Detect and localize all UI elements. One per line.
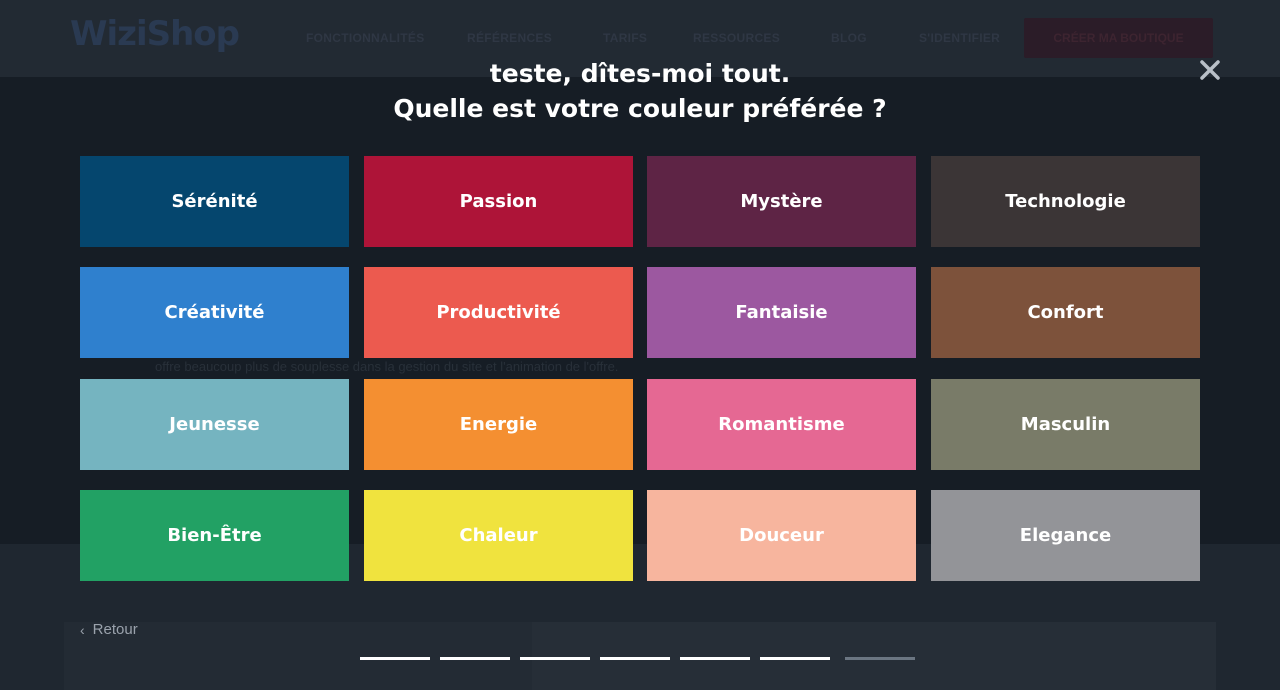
color-option-label: Energie [459,414,538,435]
color-option-label: Mystère [740,191,823,212]
color-option-creativite[interactable]: Créativité [80,267,349,358]
back-button[interactable]: ‹ Retour [80,621,138,638]
close-icon [1200,60,1220,80]
chevron-left-icon: ‹ [80,621,85,638]
color-option-chaleur[interactable]: Chaleur [364,490,633,581]
background-card [532,622,1216,690]
color-option-label: Elegance [1019,525,1112,546]
progress-step [680,657,750,660]
color-option-label: Fantaisie [735,302,828,323]
color-option-label: Créativité [164,302,265,323]
color-option-passion[interactable]: Passion [364,156,633,247]
color-option-jeunesse[interactable]: Jeunesse [80,379,349,470]
color-option-elegance[interactable]: Elegance [931,490,1200,581]
color-option-energie[interactable]: Energie [364,379,633,470]
background-nav-item: RÉFÉRENCES [467,31,553,45]
progress-step [520,657,590,660]
background-logo: WiziShop [70,14,240,54]
color-option-label: Sérénité [171,191,258,212]
color-option-romantisme[interactable]: Romantisme [647,379,916,470]
close-button[interactable] [1196,56,1224,84]
color-option-label: Douceur [739,525,824,546]
modal-title-line1: teste, dîtes-moi tout. [489,59,791,88]
progress-step [845,657,915,660]
progress-indicator [360,657,920,661]
color-option-technologie[interactable]: Technologie [931,156,1200,247]
background-nav-item: FONCTIONNALITÉS [306,31,425,45]
modal-title: teste, dîtes-moi tout. Quelle est votre … [0,56,1280,126]
progress-step [440,657,510,660]
color-option-label: Passion [459,191,538,212]
modal-title-line2: Quelle est votre couleur préférée ? [393,94,887,123]
color-option-serenite[interactable]: Sérénité [80,156,349,247]
color-option-mystere[interactable]: Mystère [647,156,916,247]
background-nav-item: S'IDENTIFIER [919,31,1001,45]
color-option-label: Chaleur [459,525,538,546]
progress-step [360,657,430,660]
background-body-text: offre beaucoup plus de souplesse dans la… [155,359,619,374]
background-nav-item: TARIFS [603,31,648,45]
color-option-fantaisie[interactable]: Fantaisie [647,267,916,358]
color-option-label: Confort [1027,302,1104,323]
progress-step [760,657,830,660]
background-nav-item: RESSOURCES [693,31,781,45]
color-option-confort[interactable]: Confort [931,267,1200,358]
color-option-label: Bien-Être [167,525,262,546]
back-label: Retour [92,621,138,638]
page: WiziShop FONCTIONNALITÉS RÉFÉRENCES TARI… [0,0,1280,690]
color-option-douceur[interactable]: Douceur [647,490,916,581]
color-option-bien-etre[interactable]: Bien-Être [80,490,349,581]
progress-step [600,657,670,660]
color-option-masculin[interactable]: Masculin [931,379,1200,470]
color-option-label: Productivité [436,302,561,323]
color-option-productivite[interactable]: Productivité [364,267,633,358]
color-option-label: Masculin [1020,414,1111,435]
color-option-label: Jeunesse [169,414,260,435]
color-option-label: Technologie [1005,191,1126,212]
background-nav-item: BLOG [831,31,867,45]
background-cta-button: CRÉER MA BOUTIQUE [1024,18,1213,58]
color-option-label: Romantisme [718,414,845,435]
